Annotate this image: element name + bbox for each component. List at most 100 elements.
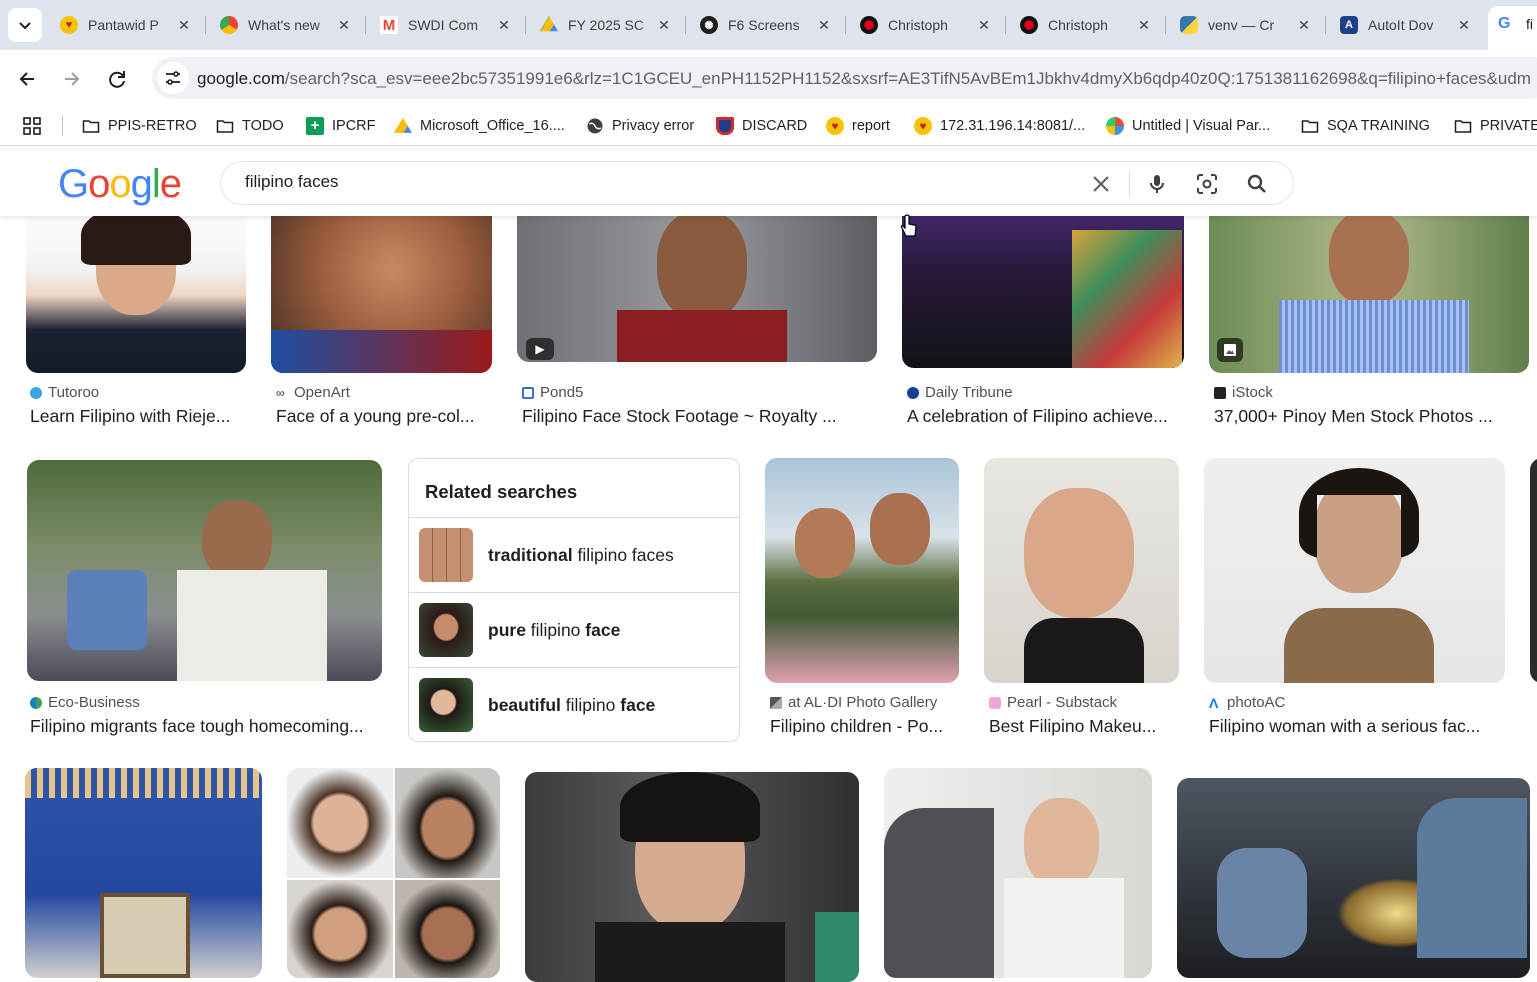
tab-active-google[interactable]: G fi <box>1488 6 1537 50</box>
image-result-pearl-substack[interactable] <box>984 458 1179 683</box>
result-source[interactable]: Pond5 <box>522 384 583 401</box>
bookmark-microsoft-office[interactable]: Microsoft_Office_16.... <box>394 116 565 136</box>
tab-swdi[interactable]: M SWDI Com ✕ <box>380 8 520 42</box>
tab-christoph-1[interactable]: Christoph ✕ <box>860 8 1000 42</box>
clear-search-button[interactable] <box>1089 172 1113 196</box>
bookmark-todo[interactable]: TODO <box>216 116 284 136</box>
tab-autoit[interactable]: A AutoIt Dov ✕ <box>1340 8 1480 42</box>
search-input[interactable] <box>245 172 1045 192</box>
voice-search-button[interactable] <box>1145 172 1169 196</box>
substack-icon <box>989 696 1001 709</box>
google-logo[interactable]: Google <box>58 162 182 207</box>
result-source[interactable]: Pearl - Substack <box>989 694 1117 711</box>
plus-square-icon: + <box>306 117 324 135</box>
related-searches-panel: Related searches traditional filipino fa… <box>408 458 740 742</box>
image-result-openart[interactable] <box>271 200 492 373</box>
result-title[interactable]: A celebration of Filipino achieve... <box>907 406 1187 427</box>
result-title[interactable]: Filipino Face Stock Footage ~ Royalty ..… <box>522 406 882 427</box>
result-title[interactable]: Face of a young pre-col... <box>276 406 491 427</box>
result-title[interactable]: Best Filipino Makeu... <box>989 716 1179 737</box>
result-source[interactable]: Eco-Business <box>30 694 140 711</box>
bookmark-discard[interactable]: DISCARD <box>716 116 807 136</box>
bookmark-visual-paradigm[interactable]: Untitled | Visual Par... <box>1106 116 1270 136</box>
result-source[interactable]: ∞ OpenArt <box>276 384 350 401</box>
red-dot-icon <box>1020 16 1038 34</box>
image-result-row3-2[interactable] <box>287 768 500 978</box>
istock-icon <box>1214 386 1226 399</box>
tab-search-button[interactable] <box>8 8 42 42</box>
python-icon <box>1180 16 1198 34</box>
mouse-cursor <box>900 214 918 245</box>
close-icon[interactable]: ✕ <box>654 15 674 35</box>
lens-search-button[interactable] <box>1195 172 1219 196</box>
image-result-row3-4[interactable] <box>884 768 1152 978</box>
related-search-item[interactable]: pure filipino face <box>409 592 739 667</box>
bookmark-privacy-error[interactable]: Privacy error <box>586 116 694 136</box>
result-title[interactable]: Filipino children - Po... <box>770 716 960 737</box>
reload-button[interactable] <box>102 64 132 94</box>
tab-christoph-2[interactable]: Christoph ✕ <box>1020 8 1160 42</box>
close-icon[interactable]: ✕ <box>1454 15 1474 35</box>
tab-venv[interactable]: venv — Cr ✕ <box>1180 8 1320 42</box>
back-button[interactable] <box>12 64 42 94</box>
site-info-button[interactable] <box>157 62 189 94</box>
apps-grid-icon[interactable] <box>22 116 42 136</box>
close-icon[interactable]: ✕ <box>494 15 514 35</box>
bookmark-private[interactable]: PRIVATE <box>1454 116 1537 136</box>
bookmark-sqa-training[interactable]: SQA TRAINING <box>1301 116 1430 136</box>
search-submit-button[interactable] <box>1245 172 1269 196</box>
bookmark-report[interactable]: ♥ report <box>826 116 890 136</box>
close-icon[interactable]: ✕ <box>974 15 994 35</box>
image-result-partial[interactable] <box>1530 458 1537 683</box>
pond5-icon <box>522 386 534 399</box>
bookmark-ppis-retro[interactable]: PPIS-RETRO <box>82 116 197 136</box>
result-source[interactable]: Daily Tribune <box>907 384 1013 401</box>
image-result-eco-business[interactable] <box>27 460 382 681</box>
result-title[interactable]: Filipino woman with a serious fac... <box>1209 716 1504 737</box>
image-result-photoac[interactable] <box>1204 458 1505 683</box>
result-source[interactable]: at AL·DI Photo Gallery <box>770 694 937 711</box>
result-source[interactable]: iStock <box>1214 384 1273 401</box>
result-title[interactable]: Learn Filipino with Rieje... <box>30 406 250 427</box>
image-result-row3-1[interactable] <box>25 768 262 978</box>
result-title[interactable]: 37,000+ Pinoy Men Stock Photos ... <box>1214 406 1514 427</box>
result-title[interactable]: Filipino migrants face tough homecoming.… <box>30 716 382 737</box>
address-bar[interactable]: google.com/search?sca_esv=eee2bc57351991… <box>152 57 1537 99</box>
source-label: iStock <box>1232 384 1273 401</box>
related-searches-heading: Related searches <box>425 481 578 502</box>
bookmark-ip-address[interactable]: ♥ 172.31.196.14:8081/... <box>914 116 1085 136</box>
tab-fy2025[interactable]: FY 2025 SC ✕ <box>540 8 680 42</box>
related-search-item[interactable]: traditional filipino faces <box>409 517 739 592</box>
image-result-aldi-gallery[interactable] <box>765 458 959 683</box>
related-thumbnail <box>419 528 473 582</box>
tab-title: venv — Cr <box>1208 17 1275 33</box>
close-icon[interactable]: ✕ <box>1134 15 1154 35</box>
image-result-istock[interactable] <box>1209 200 1529 373</box>
close-icon[interactable]: ✕ <box>1294 15 1314 35</box>
close-icon[interactable]: ✕ <box>814 15 834 35</box>
tab-pantawid[interactable]: ♥ Pantawid P ✕ <box>60 8 200 42</box>
close-icon[interactable]: ✕ <box>334 15 354 35</box>
source-label: Eco-Business <box>48 694 140 711</box>
related-search-item[interactable]: beautiful filipino face <box>409 667 739 742</box>
search-header: Google <box>0 150 1537 216</box>
forward-button[interactable] <box>57 64 87 94</box>
result-source[interactable]: Tutoroo <box>30 384 99 401</box>
image-result-daily-tribune[interactable] <box>902 200 1184 368</box>
chevron-down-icon <box>19 22 31 30</box>
bookmark-ipcrf[interactable]: + IPCRF <box>306 116 376 136</box>
image-result-row3-3[interactable] <box>525 772 859 982</box>
image-result-tutoroo[interactable] <box>26 200 246 373</box>
folder-icon <box>82 120 100 133</box>
search-box[interactable] <box>220 161 1294 205</box>
tab-f6[interactable]: ✺ F6 Screens ✕ <box>700 8 840 42</box>
image-result-row3-5[interactable] <box>1177 778 1530 978</box>
image-result-pond5[interactable]: ▶ <box>517 200 877 362</box>
related-search-text: traditional filipino faces <box>488 544 674 565</box>
bookmark-label: SQA TRAINING <box>1327 118 1430 134</box>
tab-whats-new[interactable]: What's new ✕ <box>220 8 360 42</box>
close-icon[interactable]: ✕ <box>174 15 194 35</box>
source-label: Daily Tribune <box>925 384 1013 401</box>
bookmark-label: PPIS-RETRO <box>108 118 197 134</box>
result-source[interactable]: Λ photoAC <box>1209 694 1285 711</box>
